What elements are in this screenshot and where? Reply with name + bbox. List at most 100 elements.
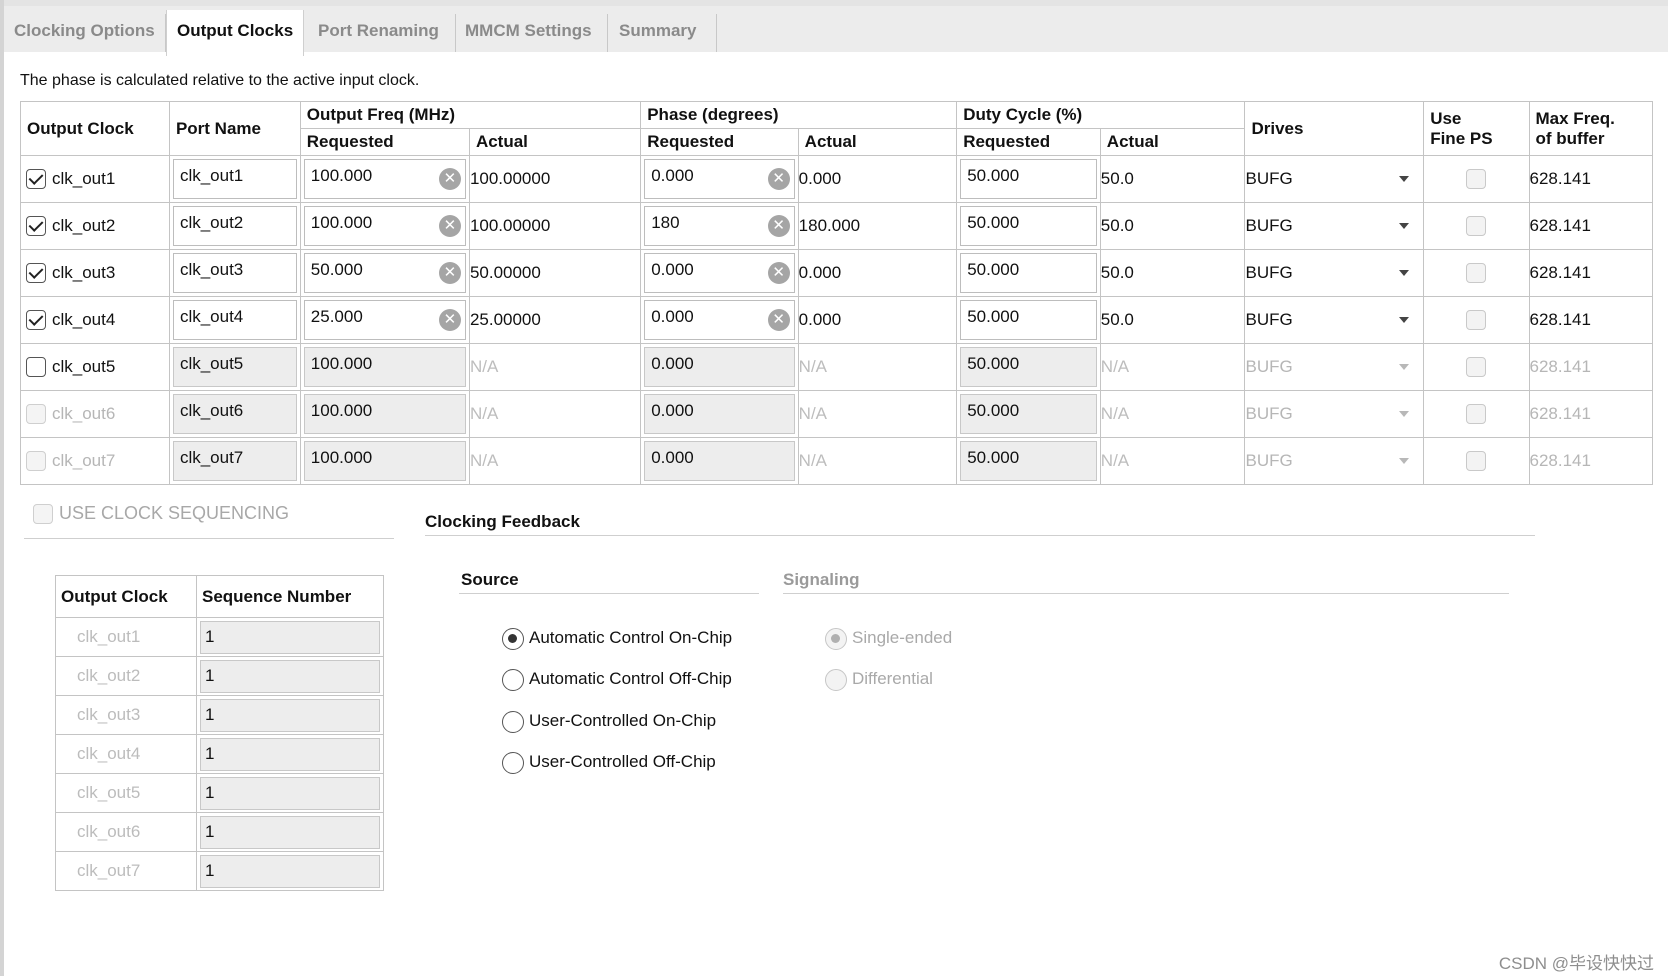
sequence-number-input: 1 <box>200 815 380 849</box>
clear-icon[interactable]: ✕ <box>438 215 461 237</box>
phase-requested-value: 0.000 <box>651 307 694 326</box>
radio-button[interactable] <box>502 668 524 691</box>
port-name-input: clk_out6 <box>172 394 297 434</box>
radio-button[interactable] <box>502 710 524 733</box>
clear-icon[interactable]: ✕ <box>767 262 790 284</box>
source-title: Source <box>461 570 519 589</box>
radio-button <box>825 627 847 650</box>
freq-requested-input[interactable]: 100.000 ✕ <box>303 159 466 199</box>
table-row: clk_out7 1 <box>55 851 384 891</box>
port-name-input[interactable]: clk_out4 <box>172 300 297 340</box>
clock-enable-checkbox[interactable] <box>26 310 46 331</box>
clear-icon[interactable]: ✕ <box>767 215 790 237</box>
drives-select[interactable]: BUFG <box>1244 296 1425 344</box>
clear-icon[interactable]: ✕ <box>438 309 461 331</box>
tab-output-clocks[interactable]: Output Clocks <box>166 10 305 56</box>
duty-requested-input[interactable]: 50.000 <box>960 300 1097 340</box>
use-fine-ps-checkbox <box>1466 404 1487 424</box>
use-clock-sequencing-label: USE CLOCK SEQUENCING <box>59 503 290 523</box>
table-row: clk_out6 clk_out6 100.000 N/A 0.000 N/A … <box>20 390 1654 438</box>
clock-enable-checkbox[interactable] <box>26 263 46 284</box>
clock-enable-checkbox[interactable] <box>26 216 46 237</box>
max-freq-value: 628.141 <box>1528 296 1654 344</box>
table-row: clk_out3 1 <box>55 695 384 735</box>
drives-select[interactable]: BUFG <box>1244 249 1425 297</box>
clear-icon[interactable]: ✕ <box>767 309 790 331</box>
duty-requested-input[interactable]: 50.000 <box>960 206 1097 246</box>
phase-requested-input[interactable]: 0.000 ✕ <box>644 253 795 293</box>
watermark-text: CSDN @毕设快快过 <box>1498 954 1654 973</box>
radio-label: Automatic Control On-Chip <box>529 628 733 647</box>
use-fine-ps-checkbox[interactable] <box>1466 216 1487 236</box>
radio-label: Single-ended <box>852 628 953 647</box>
chevron-down-icon <box>1399 458 1410 464</box>
chevron-down-icon <box>1399 317 1410 323</box>
sequence-number-input: 1 <box>200 659 380 693</box>
phase-requested-input: 0.000 <box>644 394 795 434</box>
freq-actual: 100.00000 <box>468 202 642 250</box>
header-freq-requested: Requested <box>299 128 470 156</box>
phase-requested-input[interactable]: 180 ✕ <box>644 206 795 246</box>
divider <box>459 593 759 594</box>
output-clock-cell: clk_out6 <box>20 390 170 438</box>
port-name-input[interactable]: clk_out2 <box>172 206 297 246</box>
source-option-user-off-chip[interactable]: User-Controlled Off-Chip <box>502 750 716 774</box>
clear-icon[interactable]: ✕ <box>767 168 790 190</box>
duty-requested-input[interactable]: 50.000 <box>960 159 1097 199</box>
chevron-down-icon <box>1399 223 1410 229</box>
clear-icon[interactable]: ✕ <box>438 168 461 190</box>
drives-select[interactable]: BUFG <box>1244 155 1425 203</box>
phase-requested-input[interactable]: 0.000 ✕ <box>644 300 795 340</box>
phase-requested-value: 0.000 <box>651 166 694 185</box>
output-clock-cell: clk_out4 <box>20 296 170 344</box>
radio-button[interactable] <box>502 627 524 650</box>
tab-port-renaming[interactable]: Port Renaming <box>308 10 449 52</box>
table-row: clk_out2 clk_out2 100.000 ✕ 100.00000 180… <box>20 202 1654 250</box>
header-duty-actual: Actual <box>1099 128 1246 156</box>
freq-requested-input[interactable]: 100.000 ✕ <box>303 206 466 246</box>
output-clock-cell: clk_out5 <box>20 343 170 391</box>
freq-requested-input[interactable]: 25.000 ✕ <box>303 300 466 340</box>
source-option-user-on-chip[interactable]: User-Controlled On-Chip <box>502 709 716 733</box>
sequence-table: Output Clock Sequence Number clk_out1 1 c… <box>55 575 384 891</box>
fine-ps-cell <box>1423 155 1530 203</box>
use-fine-ps-checkbox[interactable] <box>1466 169 1487 189</box>
tab-mmcm-settings[interactable]: MMCM Settings <box>455 10 602 52</box>
clock-label: clk_out6 <box>52 403 116 423</box>
freq-actual: N/A <box>468 437 642 485</box>
tab-summary[interactable]: Summary <box>609 10 706 52</box>
radio-button <box>825 668 847 691</box>
freq-requested-input[interactable]: 50.000 ✕ <box>303 253 466 293</box>
header-phase-actual: Actual <box>797 128 958 156</box>
duty-actual: N/A <box>1099 390 1246 438</box>
port-name-input[interactable]: clk_out1 <box>172 159 297 199</box>
radio-button[interactable] <box>502 751 524 774</box>
clock-enable-checkbox[interactable] <box>26 169 46 190</box>
drives-select: BUFG <box>1244 343 1425 391</box>
source-option-auto-on-chip[interactable]: Automatic Control On-Chip <box>502 626 732 650</box>
seq-clock-name: clk_out1 <box>55 617 197 657</box>
use-fine-ps-checkbox[interactable] <box>1466 263 1487 283</box>
freq-requested-input: 100.000 <box>303 394 466 434</box>
table-row: clk_out7 clk_out7 100.000 N/A 0.000 N/A … <box>20 437 1654 485</box>
chevron-down-icon <box>1399 176 1410 182</box>
use-fine-ps-checkbox[interactable] <box>1466 310 1487 330</box>
clock-enable-checkbox[interactable] <box>26 357 46 378</box>
duty-actual: N/A <box>1099 437 1246 485</box>
tab-clocking-options[interactable]: Clocking Options <box>4 10 165 52</box>
source-option-auto-off-chip[interactable]: Automatic Control Off-Chip <box>502 667 732 691</box>
table-row: clk_out2 1 <box>55 656 384 696</box>
phase-requested-input[interactable]: 0.000 ✕ <box>644 159 795 199</box>
output-clock-cell: clk_out3 <box>20 249 170 297</box>
freq-requested-input: 100.000 <box>303 347 466 387</box>
duty-requested-input[interactable]: 50.000 <box>960 253 1097 293</box>
port-name-input[interactable]: clk_out3 <box>172 253 297 293</box>
drives-select[interactable]: BUFG <box>1244 202 1425 250</box>
phase-actual: N/A <box>797 390 958 438</box>
duty-actual: 50.0 <box>1099 155 1246 203</box>
port-name-input: clk_out5 <box>172 347 297 387</box>
phase-requested-value: 180 <box>651 213 680 232</box>
duty-requested-input: 50.000 <box>960 347 1097 387</box>
divider <box>24 538 394 539</box>
clear-icon[interactable]: ✕ <box>438 262 461 284</box>
